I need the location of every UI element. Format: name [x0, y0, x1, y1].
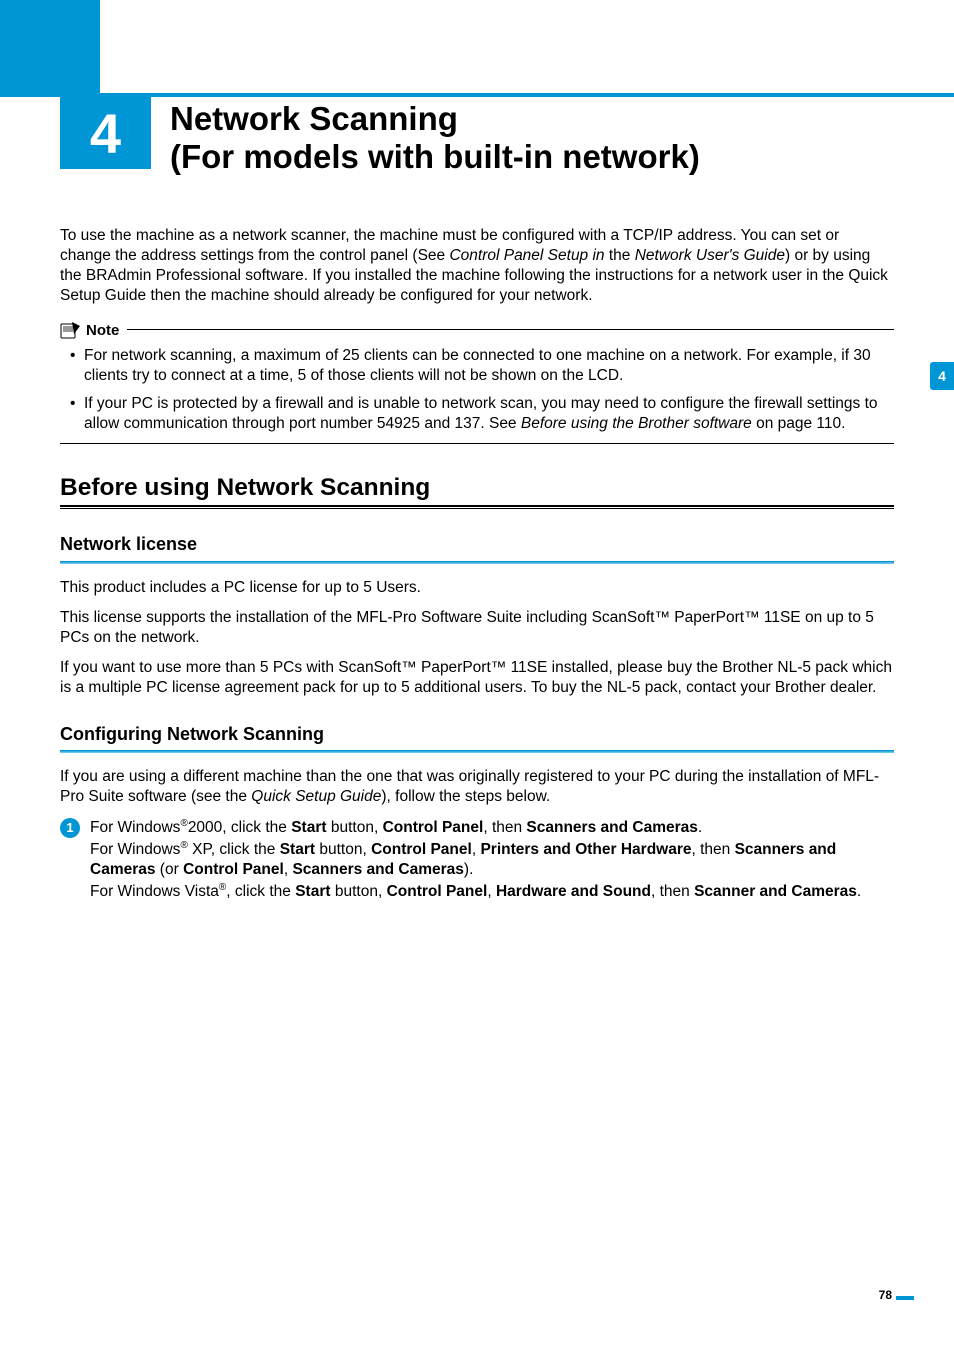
- s1-xp-poh: Printers and Other Hardware: [480, 841, 691, 858]
- note-item-2: If your PC is protected by a firewall an…: [70, 394, 894, 434]
- note-list: For network scanning, a maximum of 25 cl…: [70, 346, 894, 435]
- subheading-configuring: Configuring Network Scanning: [60, 723, 894, 746]
- step-1-number: 1: [66, 820, 73, 837]
- s1-xp-b: XP, click the: [188, 841, 280, 858]
- s1-v-start: Start: [295, 883, 330, 900]
- s1-xp-h: ).: [464, 861, 473, 878]
- configuring-intro: If you are using a different machine tha…: [60, 767, 894, 807]
- s1-xp-a: For Windows: [90, 841, 180, 858]
- step-badge-1: 1: [60, 818, 80, 838]
- section-heading-before-using: Before using Network Scanning: [60, 472, 894, 504]
- reg-icon: ®: [180, 818, 187, 829]
- note-item-1: For network scanning, a maximum of 25 cl…: [70, 346, 894, 386]
- subheading-network-license: Network license: [60, 533, 894, 556]
- s1-w2k-e: .: [698, 819, 702, 836]
- s1-v-hs: Hardware and Sound: [496, 883, 651, 900]
- h1-underline: [60, 505, 894, 509]
- s1-v-c: button,: [331, 883, 387, 900]
- h2-underline-2: [60, 750, 894, 753]
- s1-v-a: For Windows Vista: [90, 883, 219, 900]
- note-header: Note: [60, 321, 894, 341]
- s1-xp-e: , then: [692, 841, 735, 858]
- header-accent-block: [0, 0, 100, 95]
- s1-v-b: , click the: [226, 883, 295, 900]
- note-item-2-text2: on page 110.: [752, 415, 846, 432]
- license-p3: If you want to use more than 5 PCs with …: [60, 658, 894, 698]
- s1-v-cp: Control Panel: [387, 883, 488, 900]
- s1-v-e: , then: [651, 883, 694, 900]
- s1-w2k-cp: Control Panel: [383, 819, 484, 836]
- intro-text2: the: [605, 247, 635, 264]
- chapter-title-line1: Network Scanning: [170, 100, 700, 138]
- side-chapter-tab: 4: [930, 362, 954, 390]
- page: 4 Network Scanning (For models with buil…: [0, 0, 954, 1350]
- s1-xp-cp2: Control Panel: [183, 861, 284, 878]
- note-top-rule: [127, 329, 894, 330]
- chapter-number-box: 4: [60, 97, 151, 169]
- s1-xp-sc2: Scanners and Cameras: [292, 861, 463, 878]
- note-icon: [60, 321, 82, 339]
- cfg-intro-2: ), follow the steps below.: [381, 788, 550, 805]
- step-1: 1 For Windows®2000, click the Start butt…: [60, 817, 894, 902]
- chapter-number: 4: [90, 101, 121, 166]
- license-p2: This license supports the installation o…: [60, 608, 894, 648]
- s1-v-f: .: [857, 883, 861, 900]
- note-item-1-text: For network scanning, a maximum of 25 cl…: [84, 347, 871, 384]
- note-bottom-rule: [60, 443, 894, 444]
- cfg-intro-italic: Quick Setup Guide: [251, 788, 381, 805]
- side-chapter-number: 4: [938, 368, 946, 384]
- s1-xp-cp: Control Panel: [371, 841, 472, 858]
- intro-italic1: Control Panel Setup in: [449, 247, 604, 264]
- s1-w2k-c: button,: [327, 819, 383, 836]
- s1-v-sc: Scanner and Cameras: [694, 883, 857, 900]
- chapter-title: Network Scanning (For models with built-…: [170, 100, 700, 176]
- content-area: To use the machine as a network scanner,…: [60, 226, 894, 903]
- reg-icon: ®: [180, 840, 187, 851]
- h2-underline-1: [60, 561, 894, 564]
- license-p1: This product includes a PC license for u…: [60, 578, 894, 598]
- s1-w2k-a: For Windows: [90, 819, 180, 836]
- page-number-accent: [896, 1296, 914, 1300]
- s1-xp-c: button,: [315, 841, 371, 858]
- s1-w2k-b: 2000, click the: [188, 819, 291, 836]
- s1-w2k-sc: Scanners and Cameras: [526, 819, 697, 836]
- chapter-title-line2: (For models with built-in network): [170, 138, 700, 176]
- intro-paragraph: To use the machine as a network scanner,…: [60, 226, 894, 307]
- s1-w2k-d: , then: [483, 819, 526, 836]
- note-item-2-italic: Before using the Brother software: [521, 415, 752, 432]
- s1-w2k-start: Start: [291, 819, 326, 836]
- note-label: Note: [86, 321, 119, 341]
- page-number: 78: [879, 1288, 892, 1302]
- s1-xp-f: (or: [156, 861, 184, 878]
- step-1-body: For Windows®2000, click the Start button…: [90, 817, 894, 902]
- s1-xp-start: Start: [280, 841, 315, 858]
- s1-v-d: ,: [487, 883, 496, 900]
- intro-italic2: Network User's Guide: [635, 247, 785, 264]
